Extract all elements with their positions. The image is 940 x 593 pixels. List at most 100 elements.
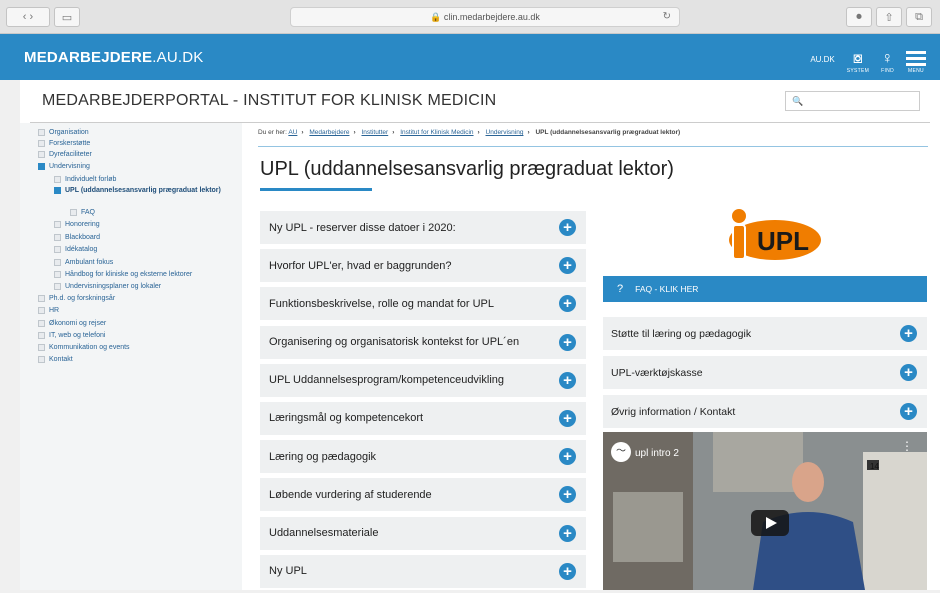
- sidebar-item[interactable]: Dyrefaciliteter: [38, 151, 228, 159]
- share-button[interactable]: ⇧: [876, 7, 902, 27]
- plus-circle-icon[interactable]: +: [900, 364, 917, 381]
- address-bar[interactable]: 🔒 clin.medarbejdere.au.dk ↻: [290, 7, 680, 27]
- plus-box-icon[interactable]: [54, 176, 61, 183]
- sidebar-item[interactable]: Undervisning: [38, 163, 228, 171]
- accordion-item[interactable]: Hvorfor UPL'er, hvad er baggrunden? +: [260, 249, 586, 283]
- plus-box-icon[interactable]: [54, 283, 61, 290]
- plus-box-icon[interactable]: [38, 129, 45, 136]
- plus-box-icon[interactable]: [54, 234, 61, 241]
- side-accordion-item[interactable]: Støtte til læring og pædagogik +: [603, 317, 927, 350]
- side-accordion-item[interactable]: UPL-værktøjskasse +: [603, 356, 927, 389]
- plus-box-icon[interactable]: [54, 246, 61, 253]
- sidebar-item[interactable]: Ph.d. og forskningsår: [38, 295, 228, 303]
- more-vert-icon[interactable]: ⋮: [901, 440, 913, 452]
- sidebar-item-label: Organisation: [49, 129, 89, 136]
- breadcrumb-link-institutter[interactable]: Institutter: [361, 129, 388, 136]
- brand-bold: MEDARBEJDERE: [24, 49, 153, 66]
- accordion-item[interactable]: Ny UPL +: [260, 554, 586, 588]
- faq-link-button[interactable]: ? FAQ - KLIK HER: [603, 276, 927, 302]
- sidebar-item-label: HR: [49, 307, 60, 314]
- page-container: MEDARBEJDERPORTAL - INSTITUT FOR KLINISK…: [20, 80, 940, 590]
- plus-circle-icon[interactable]: +: [900, 403, 917, 420]
- accordion-item[interactable]: Løbende vurdering af studerende +: [260, 478, 586, 512]
- plus-circle-icon[interactable]: +: [900, 325, 917, 342]
- sidebar-item[interactable]: HR: [38, 307, 228, 315]
- plus-box-icon[interactable]: [38, 151, 45, 158]
- sidebar-item[interactable]: Kommunikation og events: [38, 344, 228, 352]
- accordion-item[interactable]: Uddannelsesmateriale +: [260, 516, 586, 550]
- plus-box-icon[interactable]: [70, 209, 77, 216]
- sidebar-item[interactable]: Idékatalog: [54, 246, 228, 254]
- plus-circle-icon[interactable]: +: [559, 562, 576, 580]
- plus-circle-icon[interactable]: +: [559, 333, 576, 351]
- breadcrumb-link-klinisk-medicin[interactable]: Institut for Klinisk Medicin: [400, 129, 473, 136]
- sidebar-item-label: IT, web og telefoni: [49, 332, 106, 339]
- plus-box-icon[interactable]: [38, 295, 45, 302]
- sidebar-item[interactable]: Forskerstøtte: [38, 140, 228, 148]
- accordion-item[interactable]: Organisering og organisatorisk kontekst …: [260, 325, 586, 359]
- accordion-item[interactable]: Læringsmål og kompetencekort +: [260, 401, 586, 435]
- plus-circle-icon[interactable]: +: [559, 486, 576, 504]
- find-button[interactable]: ♀ FIND: [881, 50, 894, 74]
- faq-label: FAQ - KLIK HER: [635, 284, 699, 294]
- sidebar-item[interactable]: Individuelt forløb: [54, 176, 228, 184]
- accordion-item[interactable]: Funktionsbeskrivelse, rolle og mandat fo…: [260, 287, 586, 321]
- plus-box-icon[interactable]: [38, 307, 45, 314]
- site-header: MEDARBEJDERE.AU.DK AU.DK ⧇ SYSTEM ♀ FIND…: [0, 34, 940, 80]
- site-brand-link[interactable]: MEDARBEJDERE.AU.DK: [24, 49, 203, 66]
- plus-box-icon[interactable]: [54, 271, 61, 278]
- portal-title[interactable]: MEDARBEJDERPORTAL - INSTITUT FOR KLINISK…: [42, 92, 496, 110]
- play-button[interactable]: [751, 510, 789, 536]
- plus-circle-icon[interactable]: +: [559, 295, 576, 313]
- accordion-item[interactable]: Ny UPL - reserver disse datoer i 2020: +: [260, 211, 586, 244]
- logo-head: [730, 207, 748, 225]
- plus-box-icon[interactable]: [38, 356, 45, 363]
- sidebar-item[interactable]: Blackboard: [54, 234, 228, 242]
- accordion-item[interactable]: UPL Uddannelsesprogram/kompetenceudvikli…: [260, 363, 586, 397]
- sidebar-toggle-icon[interactable]: ▭: [54, 7, 80, 27]
- sidebar-item[interactable]: FAQ: [70, 209, 228, 217]
- breadcrumb-link-undervisning[interactable]: Undervisning: [486, 129, 524, 136]
- channel-logo-icon[interactable]: 〜: [611, 442, 631, 462]
- sidebar-item[interactable]: Undervisningsplaner og lokaler: [54, 283, 228, 291]
- menu-button[interactable]: MENU: [906, 51, 926, 74]
- plus-circle-icon[interactable]: +: [559, 219, 576, 236]
- sidebar-item[interactable]: Honorering: [54, 221, 228, 229]
- plus-circle-icon[interactable]: +: [559, 371, 576, 389]
- au-dk-link[interactable]: AU.DK: [810, 55, 834, 64]
- plus-box-icon[interactable]: [54, 259, 61, 266]
- accordion-item-label: Uddannelsesmateriale: [269, 527, 379, 539]
- system-button[interactable]: ⧇ SYSTEM: [847, 50, 869, 74]
- side-accordion-item[interactable]: Øvrig information / Kontakt +: [603, 395, 927, 428]
- breadcrumb-link-medarbejdere[interactable]: Medarbejdere: [309, 129, 349, 136]
- tabs-button[interactable]: ⧉: [906, 7, 932, 27]
- browser-actions: ⏺ ⇧ ⧉: [846, 7, 932, 27]
- plus-circle-icon[interactable]: +: [559, 448, 576, 466]
- plus-box-icon[interactable]: [54, 221, 61, 228]
- video-player[interactable]: 〜 upl intro 2 ⋮ 14: [603, 432, 927, 590]
- plus-circle-icon[interactable]: +: [559, 409, 576, 427]
- reload-icon[interactable]: ↻: [663, 11, 671, 22]
- video-title[interactable]: upl intro 2: [635, 448, 679, 459]
- sidebar-item[interactable]: Økonomi og rejser: [38, 320, 228, 328]
- search-input[interactable]: 🔍: [785, 91, 920, 111]
- plus-box-icon[interactable]: [38, 332, 45, 339]
- extension-button[interactable]: ⏺: [846, 7, 872, 27]
- breadcrumb-link-au[interactable]: AU: [288, 129, 297, 136]
- sidebar-item[interactable]: Organisation: [38, 129, 228, 137]
- back-forward-buttons[interactable]: ‹ ›: [6, 7, 50, 27]
- plus-box-icon[interactable]: [38, 140, 45, 147]
- plus-box-icon[interactable]: [38, 344, 45, 351]
- sidebar-item[interactable]: Kontakt: [38, 356, 228, 364]
- sidebar-item[interactable]: IT, web og telefoni: [38, 332, 228, 340]
- sidebar-item[interactable]: UPL (uddannelsesansvarlig prægraduat lek…: [54, 187, 228, 195]
- plus-box-icon[interactable]: [38, 320, 45, 327]
- sidebar-item-label: Ph.d. og forskningsår: [49, 295, 116, 302]
- minus-box-icon[interactable]: [54, 187, 61, 194]
- sidebar-item[interactable]: Ambulant fokus: [54, 259, 228, 267]
- plus-circle-icon[interactable]: +: [559, 524, 576, 542]
- plus-circle-icon[interactable]: +: [559, 257, 576, 275]
- minus-box-icon[interactable]: [38, 163, 45, 170]
- sidebar-item[interactable]: Håndbog for kliniske og eksterne lektore…: [54, 271, 228, 279]
- accordion-item[interactable]: Læring og pædagogik +: [260, 440, 586, 474]
